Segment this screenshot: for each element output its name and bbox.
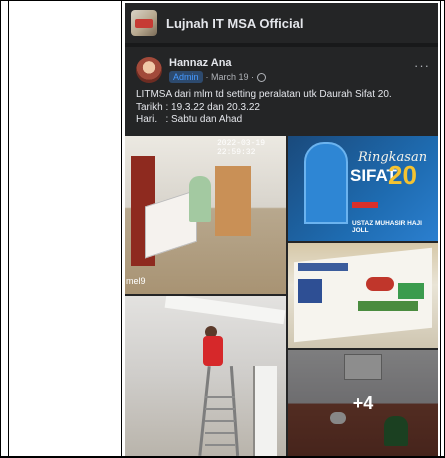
group-name[interactable]: Lujnah IT MSA Official <box>166 16 303 31</box>
post-card: Hannaz Ana Admin · March 19 · ··· LITMSA… <box>125 47 438 456</box>
post-meta: Admin · March 19 · <box>169 71 267 83</box>
worker-shirt <box>203 336 223 366</box>
photo-book[interactable] <box>288 243 438 348</box>
book-block <box>298 263 348 271</box>
photo-grid: 2022-03-19 22:59:32 mel9 Ringkasan SIFAT… <box>125 136 438 456</box>
poster-tag <box>352 202 378 208</box>
book-block <box>398 283 424 299</box>
book-block <box>298 279 322 303</box>
poster-dome <box>304 142 348 224</box>
cctv-label: mel9 <box>126 276 146 286</box>
book-block <box>358 301 418 311</box>
photo-shelf <box>215 166 251 236</box>
photo-poster[interactable]: Ringkasan SIFAT 20 USTAZ MUHASIR HAJI JO… <box>288 136 438 241</box>
post-author[interactable]: Hannaz Ana <box>169 57 232 69</box>
photo-person <box>189 176 211 222</box>
group-header[interactable]: Lujnah IT MSA Official <box>125 3 438 43</box>
poster-ustaz: USTAZ MUHASIR HAJI JOLL <box>352 220 422 234</box>
photo-hall-more[interactable]: +4 <box>288 350 438 456</box>
table-border-mid <box>121 0 122 458</box>
globe-icon <box>257 72 267 82</box>
photo-ladder[interactable] <box>125 296 286 456</box>
group-thumbnail[interactable] <box>131 10 157 36</box>
more-options-icon[interactable]: ··· <box>414 59 430 72</box>
book-block <box>366 277 394 291</box>
table-border-bottom <box>0 456 445 457</box>
post-line: LITMSA dari mlm td setting peralatan utk… <box>136 89 392 100</box>
facebook-post-screenshot: Lujnah IT MSA Official Hannaz Ana Admin … <box>125 3 438 456</box>
ladder-rungs <box>205 386 235 446</box>
table-border-right <box>440 0 441 458</box>
photo-door <box>253 366 277 456</box>
post-text: LITMSA dari mlm td setting peralatan utk… <box>136 89 431 127</box>
table-border-left <box>8 0 9 458</box>
photo-cctv-room[interactable]: 2022-03-19 22:59:32 mel9 <box>125 136 286 294</box>
avatar[interactable] <box>136 57 162 83</box>
more-photos-count[interactable]: +4 <box>288 350 438 456</box>
cctv-timestamp: 2022-03-19 22:59:32 <box>217 139 266 157</box>
post-date[interactable]: · March 19 · <box>206 72 255 82</box>
admin-badge: Admin <box>169 71 203 83</box>
post-line: Hari. : Sabtu dan Ahad <box>136 114 243 125</box>
post-line: Tarikh : 19.3.22 dan 20.3.22 <box>136 101 260 113</box>
poster-number: 20 <box>388 160 417 190</box>
ceiling-beam <box>164 296 286 325</box>
